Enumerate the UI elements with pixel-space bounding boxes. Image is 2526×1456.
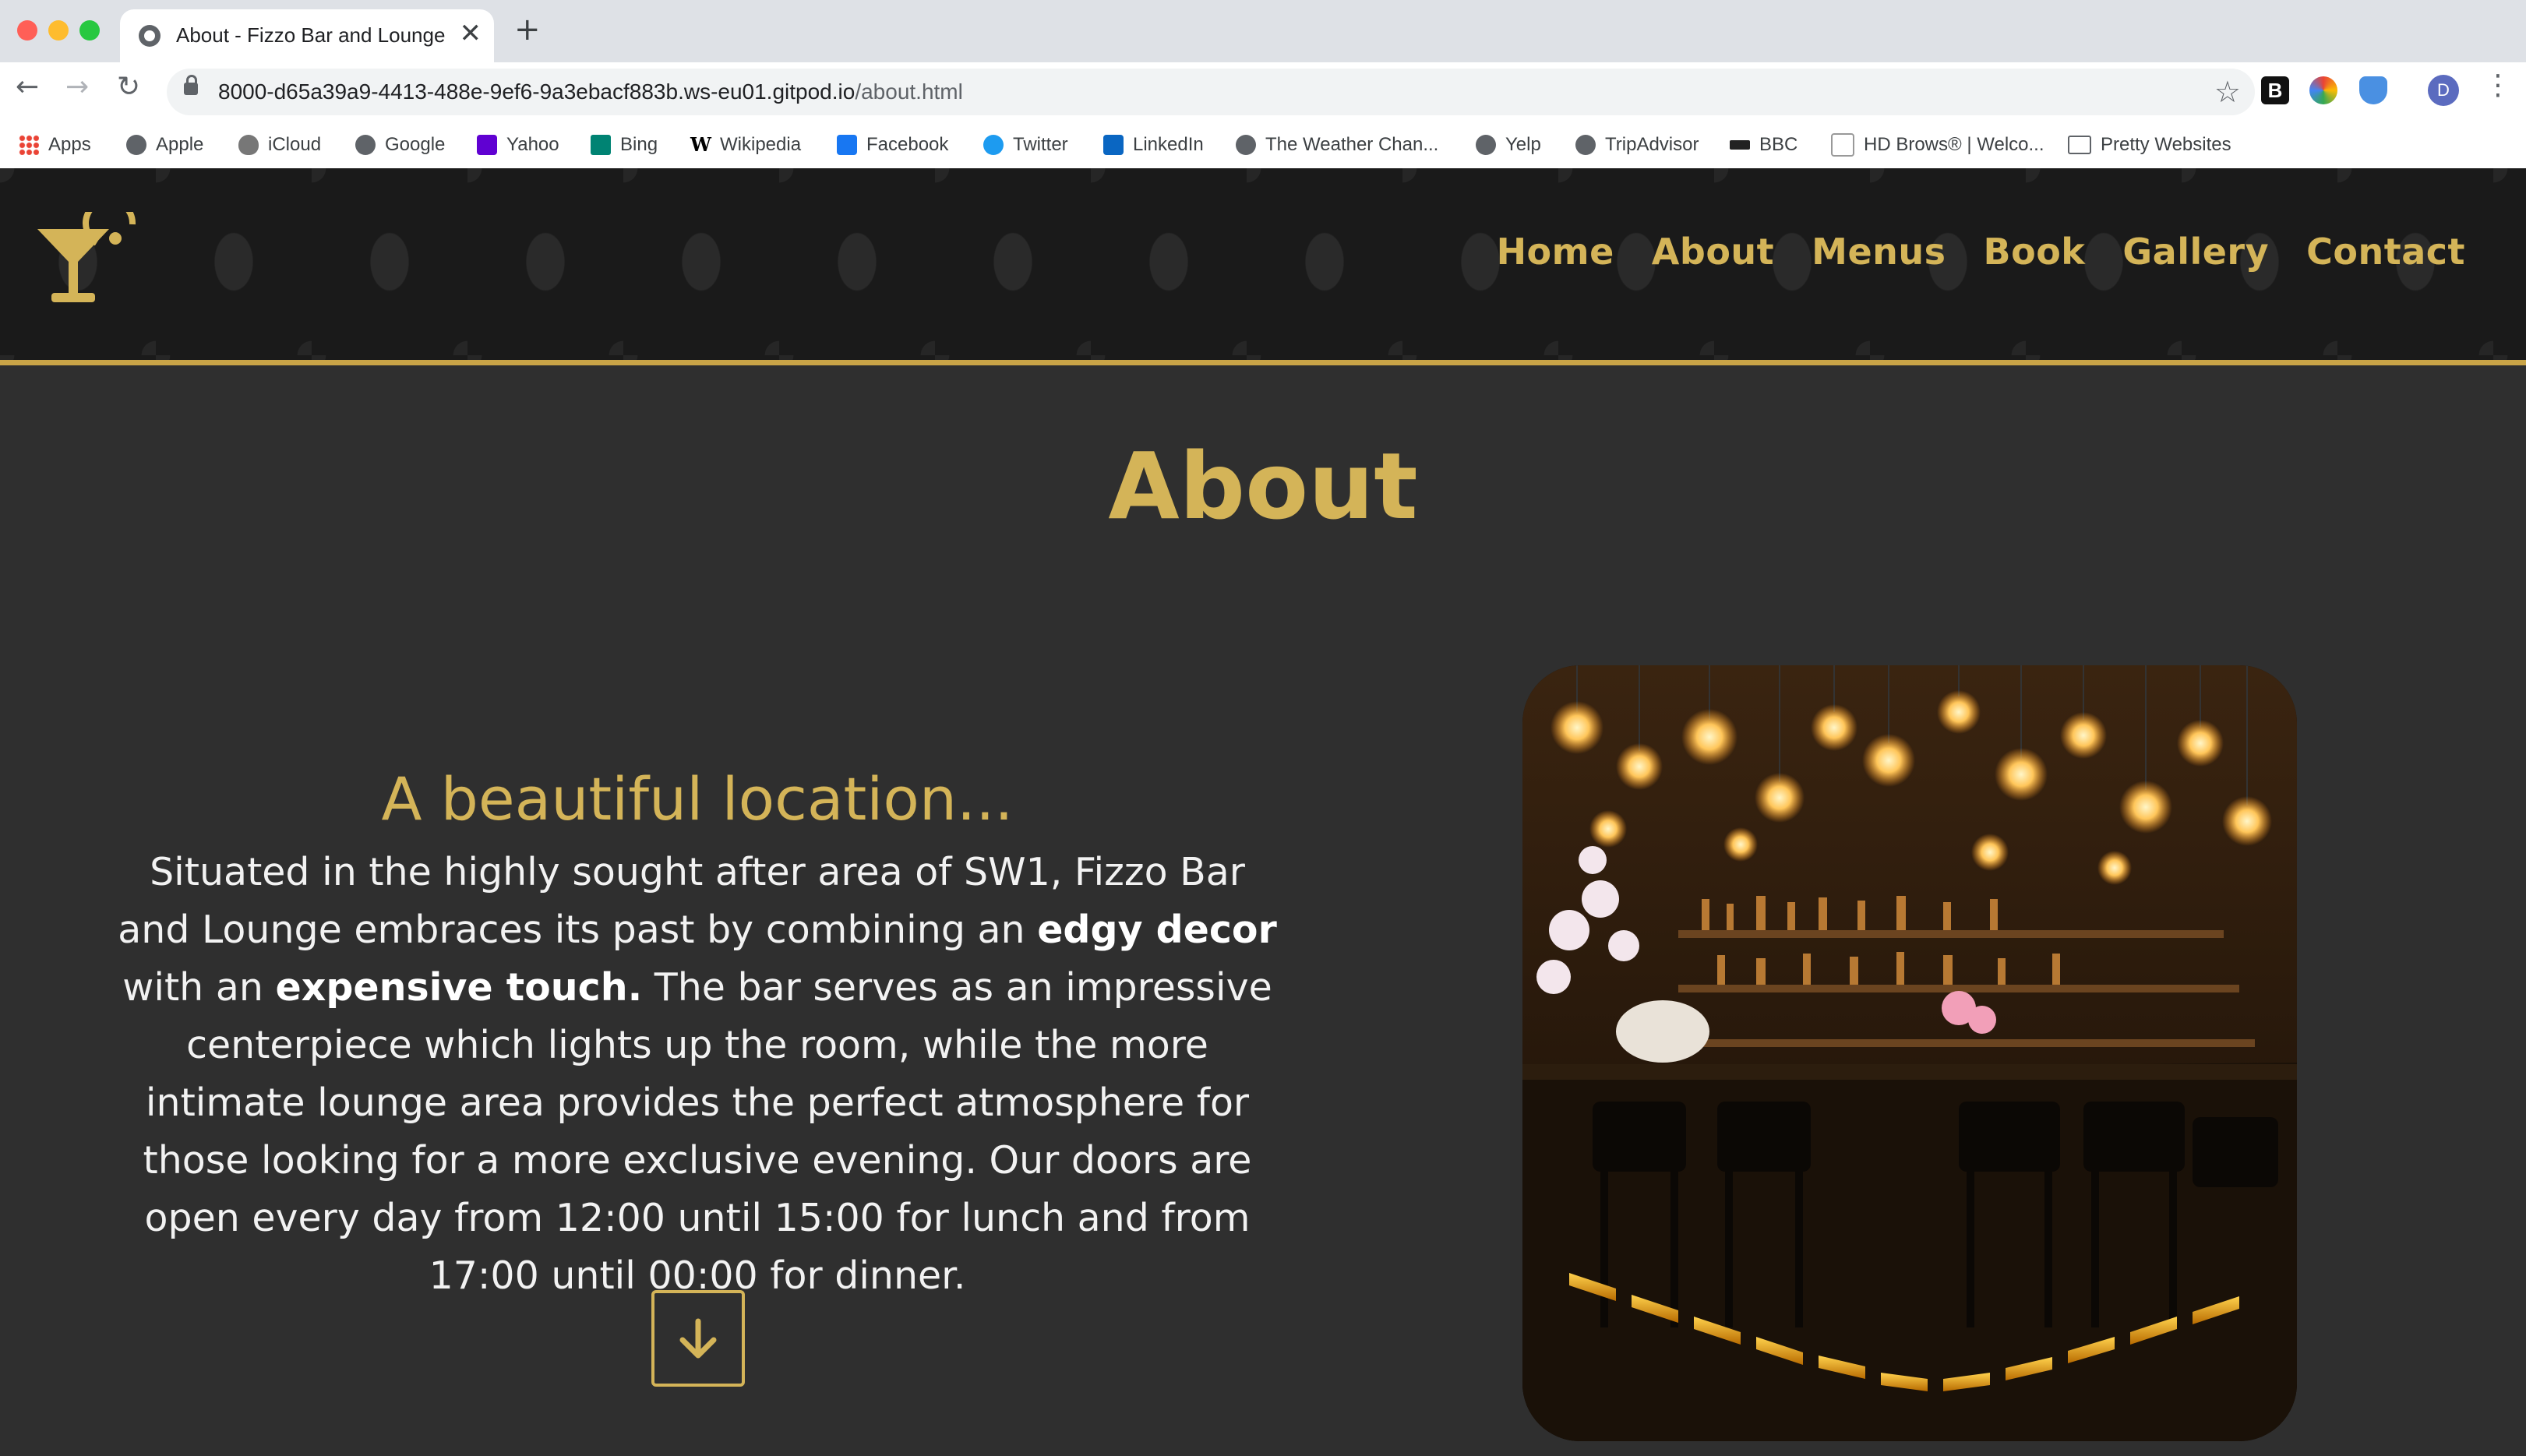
page-title: About [1108,432,1418,540]
minimize-window-button[interactable] [48,20,69,41]
paragraph-text: The bar serves as an impressive centerpi… [143,965,1272,1299]
new-tab-button[interactable]: + [514,14,541,45]
bookmark-label: Yelp [1505,134,1541,155]
bookmark-label: The Weather Chan... [1265,134,1439,155]
section-title: A beautiful location... [381,764,1014,834]
about-section: A beautiful location... Situated in the … [117,763,1278,1305]
address-bar[interactable]: 8000-d65a39a9-4413-488e-9ef6-9a3ebacf883… [167,69,2255,115]
bookmark-label: Facebook [866,134,949,155]
bookmark-apps[interactable]: Apps [19,129,91,160]
bookmark-tripadvisor[interactable]: TripAdvisor [1575,129,1699,160]
bookmark-bing[interactable]: Bing [591,129,658,160]
back-arrow-icon[interactable]: ← [16,73,39,101]
bookmark-pretty-websites[interactable]: Pretty Websites [2068,129,2231,160]
bookmark-yahoo[interactable]: Yahoo [477,129,559,160]
bookmark-yelp[interactable]: Yelp [1476,129,1541,160]
apps-grid-icon [19,135,39,155]
color-picker-extension-icon[interactable] [2309,76,2337,104]
bookmark-google[interactable]: Google [355,129,445,160]
lock-icon[interactable] [184,75,198,95]
globe-icon [355,135,376,155]
maximize-window-button[interactable] [79,20,100,41]
forward-arrow-icon[interactable]: → [65,73,89,101]
scroll-down-button[interactable] [651,1290,745,1387]
bookmark-label: LinkedIn [1133,134,1204,155]
bookmark-twitter[interactable]: Twitter [983,129,1068,160]
paragraph-bold: edgy decor [1037,908,1277,953]
about-paragraph: Situated in the highly sought after area… [117,844,1278,1305]
bookmark-label: Yahoo [506,134,559,155]
browser-tab-active[interactable]: About - Fizzo Bar and Lounge ✕ [120,9,494,62]
paragraph-bold: expensive touch. [275,965,643,1010]
close-window-button[interactable] [17,20,37,41]
tab-title: About - Fizzo Bar and Lounge [176,23,446,47]
twitter-icon [983,135,1004,155]
arrow-down-icon [679,1318,717,1359]
nav-menus[interactable]: Menus [1812,231,1946,273]
bookmark-label: iCloud [268,134,322,155]
browser-tab-strip: About - Fizzo Bar and Lounge ✕ + [0,0,2526,62]
nav-contact[interactable]: Contact [2306,231,2465,273]
site-header: Home About Menus Book Gallery Contact [0,168,2526,365]
tab-close-icon[interactable]: ✕ [460,20,482,47]
url-host: 8000-d65a39a9-4413-488e-9ef6-9a3ebacf883… [218,79,856,104]
paragraph-text: with an [122,965,276,1010]
facebook-icon [837,135,857,155]
apple-icon [238,135,259,155]
bookmark-label: BBC [1759,134,1798,155]
bookmark-star-icon[interactable]: ☆ [2214,75,2241,109]
wikipedia-icon: W [690,133,711,156]
bookmark-label: Wikipedia [720,134,802,155]
browser-menu-icon[interactable]: ⋮ [2484,72,2512,100]
cocktail-logo-icon[interactable] [34,212,143,313]
nav-gallery[interactable]: Gallery [2122,231,2269,273]
bar-interior-photo [1522,665,2297,1441]
bookmark-weather[interactable]: The Weather Chan... [1236,129,1438,160]
nav-home[interactable]: Home [1497,231,1614,273]
url-text[interactable]: 8000-d65a39a9-4413-488e-9ef6-9a3ebacf883… [218,79,963,104]
globe-icon [139,25,161,47]
nav-book[interactable]: Book [1984,231,2086,273]
yahoo-icon [477,135,497,155]
folder-icon [2068,136,2091,154]
profile-avatar[interactable]: D [2428,75,2459,106]
globe-icon [1236,135,1256,155]
globe-icon [126,135,146,155]
bookmark-label: Apple [156,134,204,155]
reload-icon[interactable]: ↻ [117,73,140,101]
browser-toolbar: ← → ↻ 8000-d65a39a9-4413-488e-9ef6-9a3eb… [0,62,2526,122]
page-icon [1831,133,1854,157]
bookmark-bbc[interactable]: BBC [1730,129,1797,160]
nav-about[interactable]: About [1652,231,1774,273]
bookmark-label: Bing [620,134,658,155]
main-navigation: Home About Menus Book Gallery Contact [1497,231,2465,273]
url-path: /about.html [855,79,963,104]
globe-icon [1575,135,1596,155]
bookmark-label: Pretty Websites [2101,134,2231,155]
bbc-icon [1730,140,1750,150]
bookmark-label: Twitter [1013,134,1068,155]
bookmark-label: HD Brows® | Welco... [1864,134,2044,155]
bookmark-label: Apps [48,134,91,155]
bar-illustration [1522,665,2297,1441]
bookmarks-bar: Apps Apple iCloud Google Yahoo Bing W Wik… [0,122,2526,169]
bookmark-label: TripAdvisor [1605,134,1699,155]
linkedin-icon [1103,135,1124,155]
bookmark-linkedin[interactable]: LinkedIn [1103,129,1204,160]
bing-icon [591,135,611,155]
bookmark-hd-brows[interactable]: HD Brows® | Welco... [1831,129,2044,160]
extension-b-icon[interactable]: B [2261,76,2289,104]
globe-icon [1476,135,1496,155]
bookmark-icloud[interactable]: iCloud [238,129,321,160]
bookmark-wikipedia[interactable]: W Wikipedia [690,129,801,160]
bookmark-label: Google [385,134,446,155]
bookmark-facebook[interactable]: Facebook [837,129,948,160]
bookmark-apple[interactable]: Apple [126,129,203,160]
shield-extension-icon[interactable] [2359,76,2387,104]
